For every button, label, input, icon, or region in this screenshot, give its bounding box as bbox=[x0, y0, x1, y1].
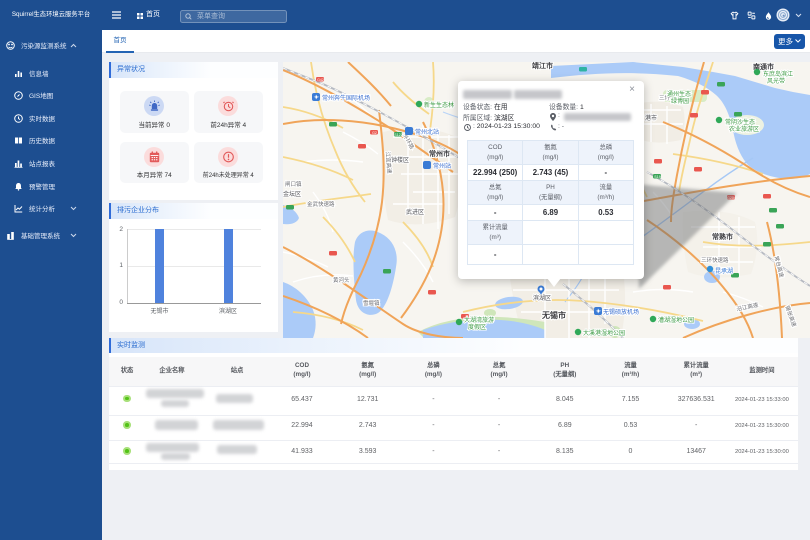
svg-text:三环快速路: 三环快速路 bbox=[701, 256, 729, 264]
svg-text:闸口镇: 闸口镇 bbox=[285, 180, 302, 188]
svg-text:武进区: 武进区 bbox=[406, 208, 424, 216]
svg-text:常州站: 常州站 bbox=[433, 162, 451, 170]
svg-text:靖江市: 靖江市 bbox=[532, 62, 553, 70]
svg-text:G42: G42 bbox=[317, 78, 324, 82]
svg-text:常州北站: 常州北站 bbox=[415, 128, 439, 136]
svg-text:常州奔牛国际机场: 常州奔牛国际机场 bbox=[322, 94, 370, 102]
svg-text:通州生态: 通州生态 bbox=[667, 90, 691, 98]
svg-text:大溪港湿地公园: 大溪港湿地公园 bbox=[583, 329, 625, 337]
svg-text:雪堰镇: 雪堰镇 bbox=[363, 299, 380, 307]
svg-text:东庶岛滨江: 东庶岛滨江 bbox=[763, 70, 793, 78]
svg-text:G2: G2 bbox=[372, 131, 377, 135]
svg-text:金坛区: 金坛区 bbox=[283, 190, 301, 198]
svg-text:港市: 港市 bbox=[645, 114, 657, 122]
svg-text:农业旅游区: 农业旅游区 bbox=[729, 125, 759, 133]
svg-text:漕湖湿地公园: 漕湖湿地公园 bbox=[658, 316, 694, 324]
svg-text:无锡市: 无锡市 bbox=[541, 310, 566, 320]
svg-text:黄河头: 黄河头 bbox=[333, 276, 350, 284]
svg-text:钟楼区: 钟楼区 bbox=[391, 156, 409, 164]
svg-text:常熟市: 常熟市 bbox=[712, 232, 733, 241]
svg-text:大湖湾旅游: 大湖湾旅游 bbox=[464, 316, 494, 324]
svg-text:滨湖区: 滨湖区 bbox=[533, 294, 551, 302]
svg-text:昆承湖: 昆承湖 bbox=[715, 267, 733, 275]
svg-text:常州市: 常州市 bbox=[429, 149, 450, 158]
svg-text:金武快速路: 金武快速路 bbox=[307, 200, 335, 208]
svg-text:S19: S19 bbox=[654, 175, 660, 179]
svg-text:度假区: 度假区 bbox=[468, 323, 486, 331]
svg-text:新生生态林: 新生生态林 bbox=[424, 101, 454, 109]
svg-text:常阴沙生态: 常阴沙生态 bbox=[725, 118, 755, 126]
svg-text:绿博园: 绿博园 bbox=[671, 97, 689, 105]
svg-text:无锡硕放机场: 无锡硕放机场 bbox=[603, 308, 639, 316]
svg-text:风光带: 风光带 bbox=[767, 77, 785, 85]
